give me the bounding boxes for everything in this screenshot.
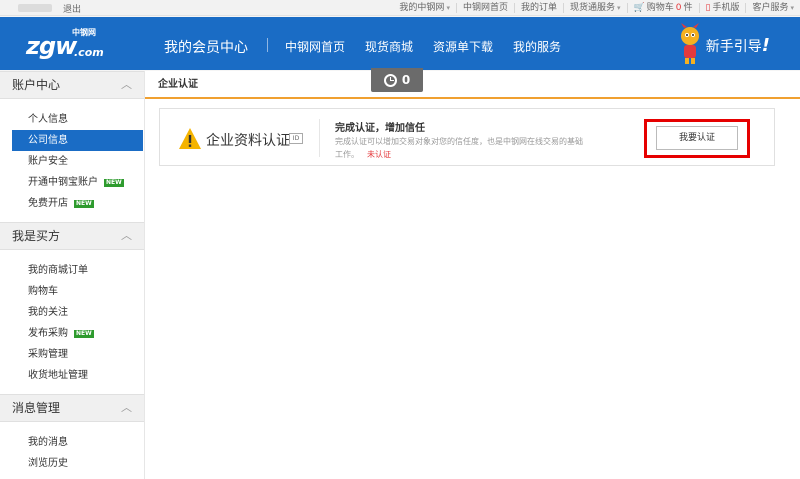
- zgw-logo[interactable]: zgw 中钢网 .com: [26, 27, 110, 60]
- sidebar-item-purchase-management[interactable]: 采购管理: [0, 344, 144, 365]
- cart-icon: 🛒: [633, 3, 645, 13]
- chevron-up-icon: ︿: [121, 78, 132, 91]
- cart-link[interactable]: 🛒 购物车 0 件: [626, 3, 699, 13]
- phone-icon: ▯: [705, 3, 711, 13]
- cart-count: 0: [675, 3, 682, 13]
- customer-service-link[interactable]: 客户服务 ▾: [745, 3, 800, 13]
- username-blurred[interactable]: [18, 4, 52, 12]
- logout-link[interactable]: 退出: [63, 2, 81, 15]
- sidebar-item-open-zgb-account[interactable]: 开通中钢宝账户 NEW: [0, 172, 144, 193]
- sidebar-item-company-info[interactable]: 公司信息: [12, 130, 143, 151]
- section-items: 个人信息 公司信息 账户安全 开通中钢宝账户 NEW 免费开店 NEW: [0, 99, 144, 222]
- new-badge: NEW: [74, 330, 94, 338]
- beginner-guide-link[interactable]: 新手引导!: [706, 35, 770, 56]
- chevron-down-icon: ▾: [446, 4, 450, 12]
- section-items: 我的消息 浏览历史: [0, 422, 144, 479]
- enterprise-certification-card: 企业资料认证 ID 完成认证，增加信任 完成认证可以增加交易对象对您的信任度，也…: [159, 108, 775, 166]
- new-badge: NEW: [74, 200, 94, 208]
- nav-resource-download[interactable]: 资源单下载: [433, 38, 493, 55]
- section-messages[interactable]: 消息管理 ︿: [0, 394, 144, 422]
- top-bar: 退出 我的中钢网 ▾ 中钢网首页 我的订单 现货通服务 ▾ 🛒 购物车 0 件 ▯ 手机版 …: [0, 0, 800, 16]
- page-title: 企业认证: [145, 71, 800, 99]
- sidebar-item-my-messages[interactable]: 我的消息: [0, 432, 144, 453]
- chevron-up-icon: ︿: [121, 401, 132, 414]
- section-buyer[interactable]: 我是买方 ︿: [0, 222, 144, 250]
- certify-button[interactable]: 我要认证: [656, 126, 738, 150]
- alarm-clock-icon: [383, 73, 397, 87]
- chevron-down-icon: ▾: [790, 4, 794, 12]
- section-account-center[interactable]: 账户中心 ︿: [0, 71, 144, 99]
- sidebar-item-mall-orders[interactable]: 我的商城订单: [0, 260, 144, 281]
- sidebar-item-personal-info[interactable]: 个人信息: [0, 109, 144, 130]
- mobile-link[interactable]: ▯ 手机版: [698, 3, 746, 13]
- sidebar-item-address-management[interactable]: 收货地址管理: [0, 365, 144, 386]
- sidebar-item-account-security[interactable]: 账户安全: [0, 151, 144, 172]
- card-divider: [319, 119, 320, 157]
- status-badge: 未认证: [367, 150, 391, 159]
- header-divider: [267, 38, 268, 52]
- card-headline: 完成认证，增加信任: [335, 123, 425, 134]
- card-title: 企业资料认证: [206, 133, 290, 149]
- timer-value: 0: [401, 73, 411, 87]
- sidebar-item-free-store[interactable]: 免费开店 NEW: [0, 193, 144, 214]
- my-zgw-link[interactable]: 我的中钢网 ▾: [393, 3, 456, 13]
- chevron-down-icon: ▾: [617, 4, 621, 12]
- id-card-icon: ID: [289, 133, 303, 144]
- header-nav: 中钢网首页 现货商城 资源单下载 我的服务: [285, 38, 561, 55]
- highlight-frame: 我要认证: [644, 119, 750, 158]
- sidebar-item-post-purchase[interactable]: 发布采购 NEW: [0, 323, 144, 344]
- warning-icon: [179, 128, 201, 149]
- sidebar: 账户中心 ︿ 个人信息 公司信息 账户安全 开通中钢宝账户 NEW 免费开店 NEW …: [0, 71, 145, 479]
- timer-badge[interactable]: 0: [371, 68, 423, 92]
- top-links: 我的中钢网 ▾ 中钢网首页 我的订单 现货通服务 ▾ 🛒 购物车 0 件 ▯ 手机版 客户服…: [393, 0, 800, 16]
- zgw-home-link[interactable]: 中钢网首页: [455, 3, 514, 13]
- sidebar-item-browse-history[interactable]: 浏览历史: [0, 453, 144, 474]
- nav-home[interactable]: 中钢网首页: [285, 38, 345, 55]
- my-orders-link[interactable]: 我的订单: [513, 3, 563, 13]
- main-content: 企业认证 0 企业资料认证 ID 完成认证，增加信任 完成认证可以增加交易对象对…: [145, 68, 800, 479]
- card-description: 完成认证可以增加交易对象对您的信任度，也是中钢网在线交易的基础工作。 未认证: [335, 137, 583, 159]
- new-badge: NEW: [104, 179, 124, 187]
- main-header: zgw 中钢网 .com 我的会员中心 中钢网首页 现货商城 资源单下载 我的服…: [0, 17, 800, 70]
- sidebar-item-my-follows[interactable]: 我的关注: [0, 302, 144, 323]
- chevron-up-icon: ︿: [121, 229, 132, 242]
- mascot-icon: [681, 23, 699, 64]
- member-center-title[interactable]: 我的会员中心: [164, 37, 248, 57]
- section-items: 我的商城订单 购物车 我的关注 发布采购 NEW 采购管理 收货地址管理: [0, 250, 144, 394]
- sidebar-item-cart[interactable]: 购物车: [0, 281, 144, 302]
- nav-mall[interactable]: 现货商城: [365, 38, 413, 55]
- nav-my-service[interactable]: 我的服务: [513, 38, 561, 55]
- spot-service-link[interactable]: 现货通服务 ▾: [562, 3, 627, 13]
